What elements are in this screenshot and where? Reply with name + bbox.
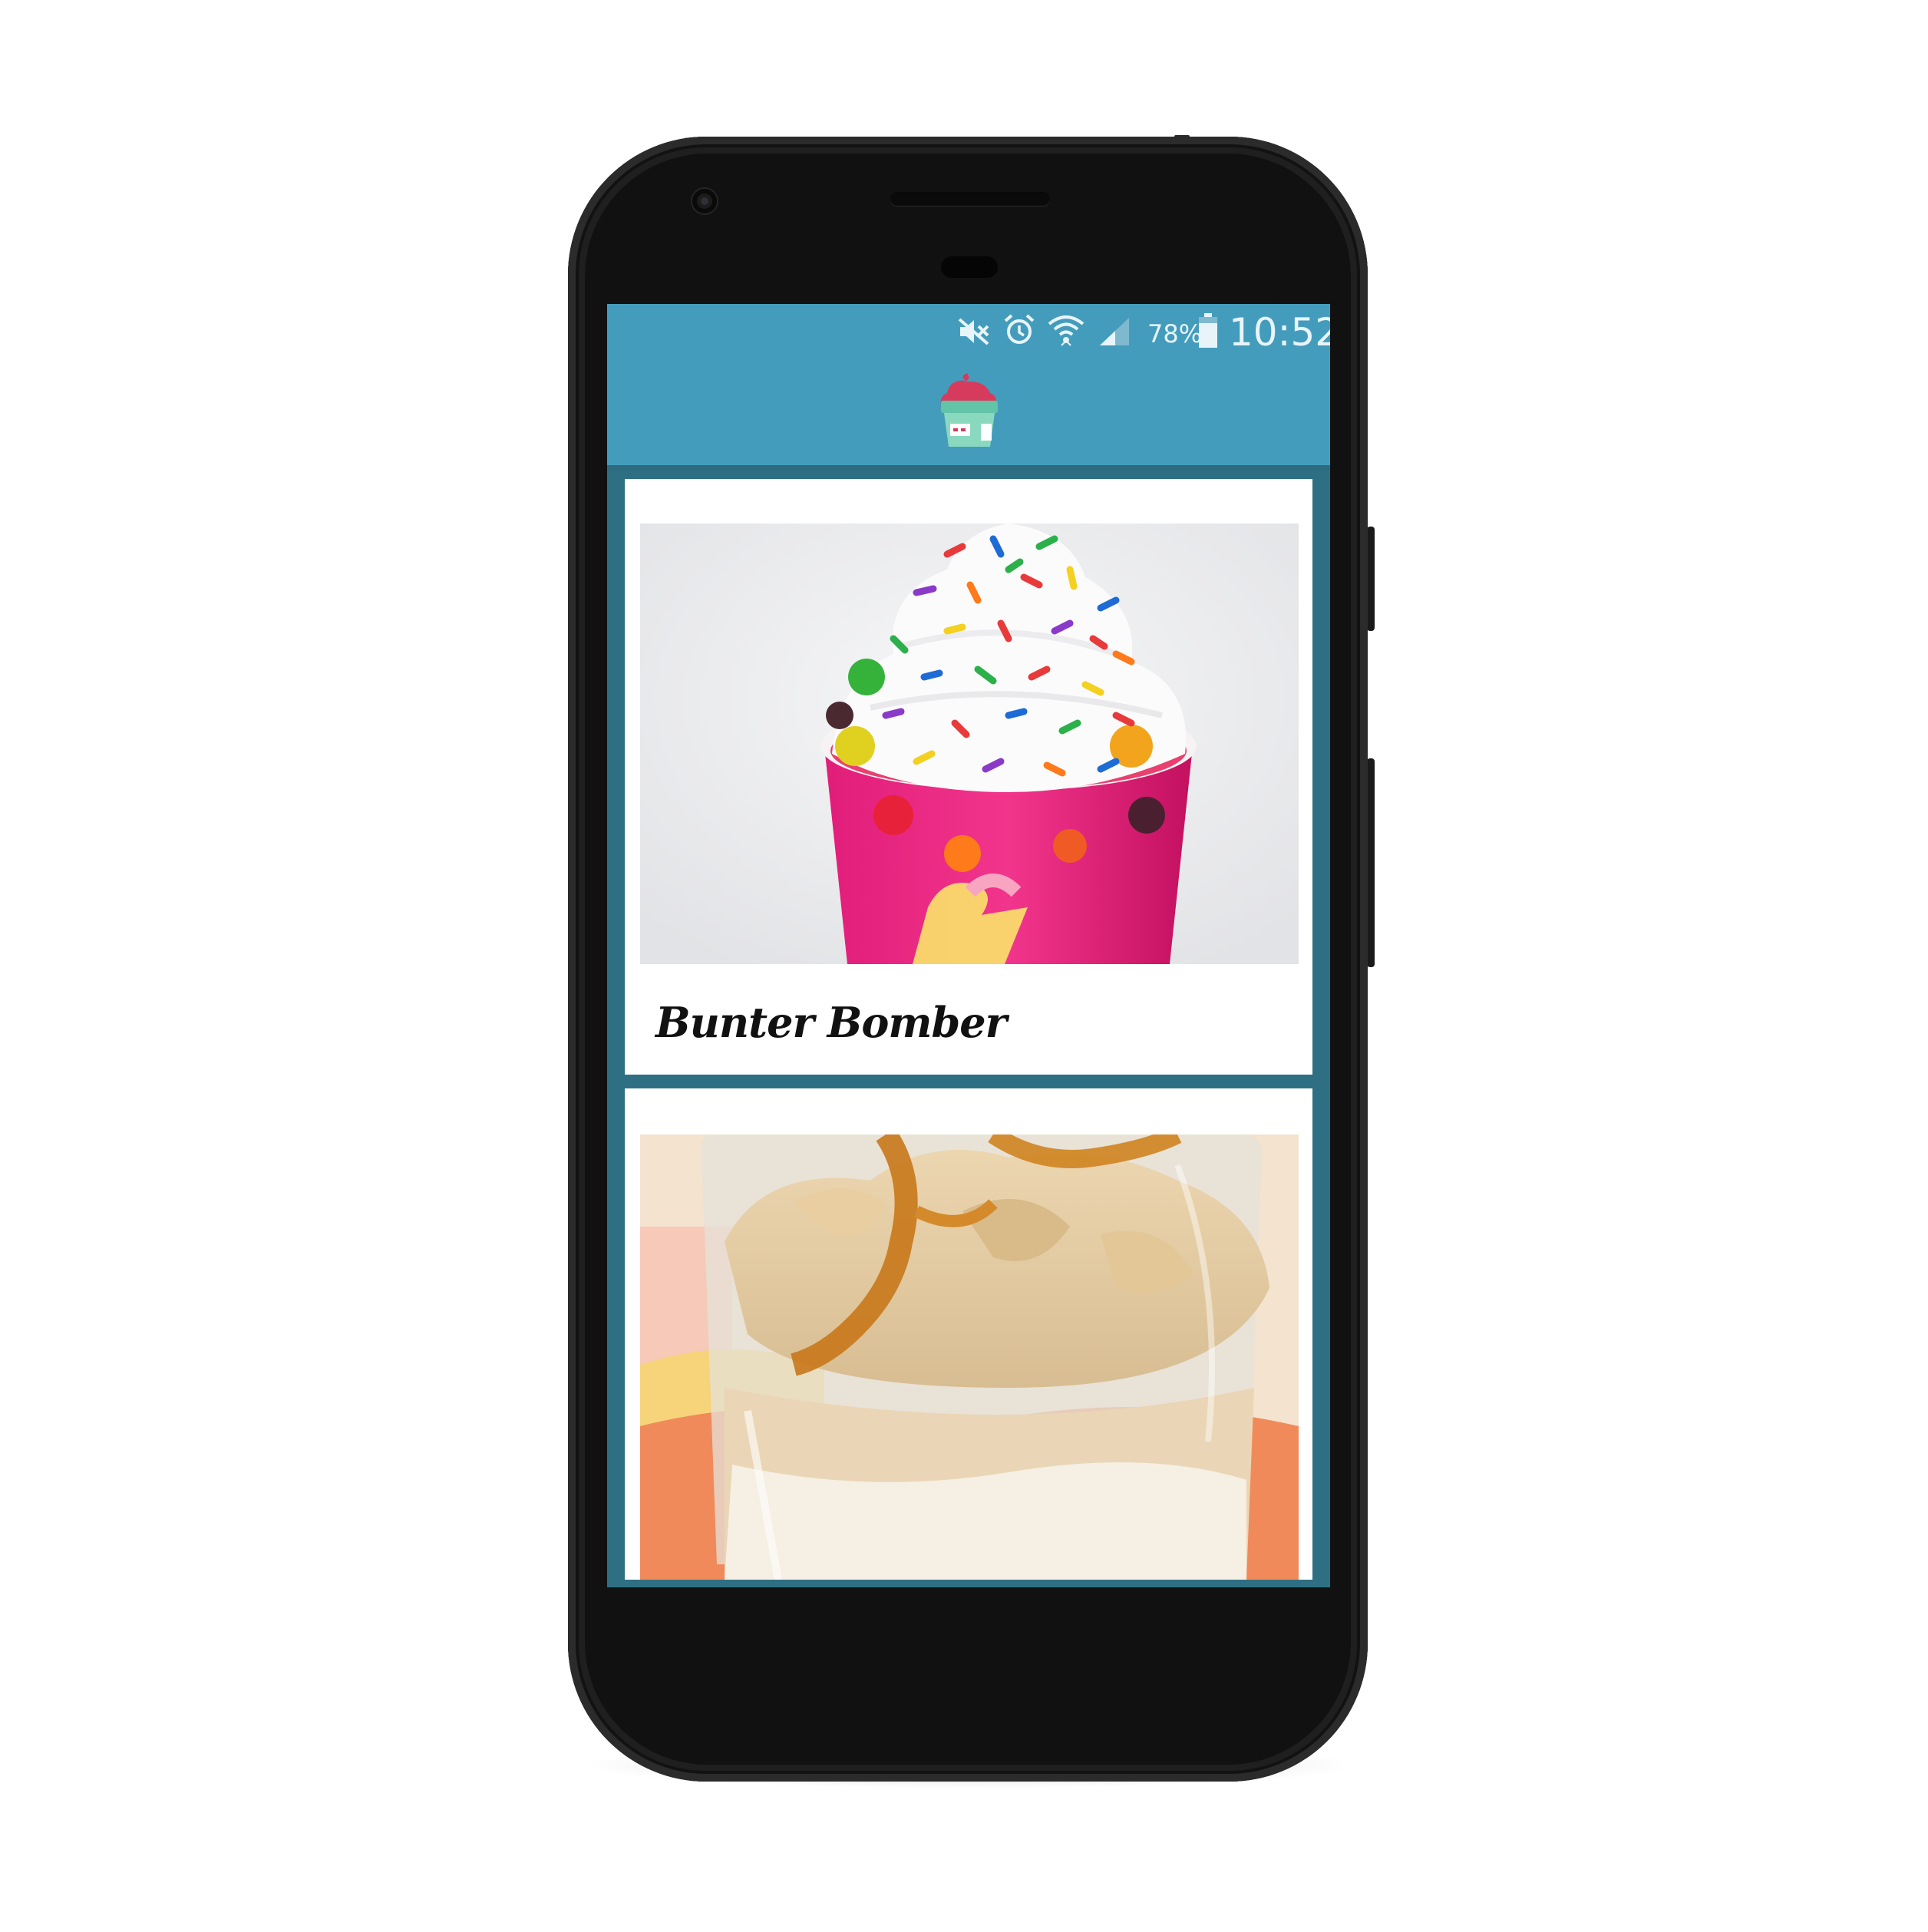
frozen-yogurt-with-sprinkles-and-gummy-bears[interactable]: [640, 523, 1299, 964]
list-item[interactable]: Bunter Bomber: [625, 479, 1312, 1075]
power-button: [1367, 527, 1375, 631]
dessert-photo: [640, 1134, 1299, 1580]
clock: 10:52: [1229, 310, 1330, 355]
battery-icon: [1199, 313, 1217, 348]
dessert-list[interactable]: Bunter Bomber: [607, 470, 1330, 1587]
device-screen: 78% 10:52 Bunter Bomber: [607, 304, 1330, 1587]
wifi-icon: [1048, 315, 1084, 346]
list-item[interactable]: [625, 1088, 1312, 1580]
front-camera-icon: [692, 189, 717, 213]
app-bar: 78% 10:52: [607, 304, 1330, 465]
signal-icon: [1100, 318, 1129, 345]
list-item-title[interactable]: Bunter Bomber: [655, 998, 1007, 1047]
mute-icon: [958, 318, 989, 345]
caramel-ice-cream-glass[interactable]: [640, 1134, 1299, 1580]
battery-percent: 78%: [1147, 319, 1203, 348]
earpiece-speaker: [890, 192, 1050, 206]
alarm-icon: [1004, 314, 1035, 344]
volume-button: [1367, 758, 1375, 967]
frozen-yogurt-cup-icon[interactable]: [936, 372, 1002, 447]
dessert-photo: [640, 523, 1299, 964]
proximity-sensor: [941, 256, 998, 278]
